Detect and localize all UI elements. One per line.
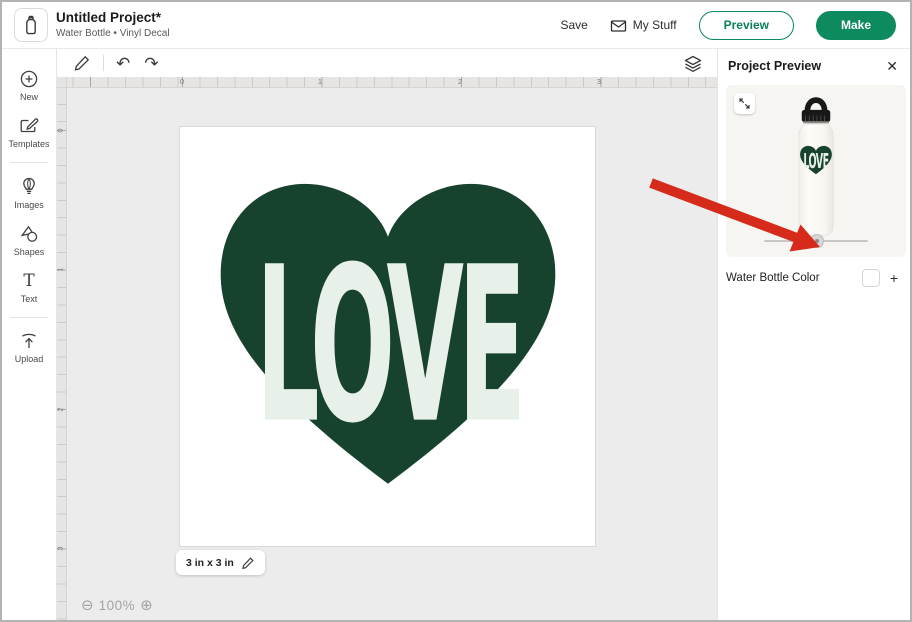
canvas-region: ↶ ↷ 0 1 2 3 0 1 2 3 — [57, 49, 717, 620]
sidebar-item-text[interactable]: T Text — [2, 264, 56, 311]
horizontal-ruler: 0 1 2 3 — [67, 77, 717, 88]
zoom-control: ⊖ 100% ⊕ — [81, 598, 153, 613]
sidebar-divider — [10, 317, 48, 318]
ruler-label: 3 — [597, 77, 601, 86]
sidebar-item-upload[interactable]: Upload — [2, 324, 56, 371]
color-row-label: Water Bottle Color — [726, 272, 820, 284]
canvas-toolbar: ↶ ↷ — [57, 49, 717, 77]
add-color-button[interactable]: + — [884, 268, 904, 288]
vertical-ruler: 0 1 2 3 — [57, 88, 67, 620]
my-stuff-button[interactable]: My Stuff — [610, 18, 677, 33]
sidebar-item-templates[interactable]: Templates — [2, 109, 56, 156]
bottle-decal: LOVE — [800, 146, 832, 174]
color-row: Water Bottle Color + — [726, 268, 904, 288]
preview-card: LOVE — [726, 85, 906, 257]
ruler-label: 0 — [180, 77, 184, 86]
preview-button[interactable]: Preview — [699, 11, 794, 40]
ruler-label: 1 — [318, 77, 322, 86]
sidebar-divider — [10, 162, 48, 163]
bottle-cap — [802, 110, 831, 122]
envelope-icon — [610, 18, 627, 33]
shapes-icon — [19, 224, 40, 244]
redo-icon[interactable]: ↷ — [144, 55, 158, 72]
sidebar-item-label: Upload — [15, 354, 44, 364]
sidebar-item-label: Shapes — [14, 247, 45, 257]
artboard[interactable]: LOVE — [179, 126, 596, 547]
slider-handle[interactable] — [810, 234, 824, 248]
project-subtitle: Water Bottle • Vinyl Decal — [56, 28, 170, 41]
templates-icon — [19, 116, 40, 136]
sidebar-item-shapes[interactable]: Shapes — [2, 217, 56, 264]
undo-icon[interactable]: ↶ — [116, 55, 130, 72]
edit-pencil-icon[interactable] — [73, 54, 91, 72]
sidebar-item-images[interactable]: Images — [2, 169, 56, 217]
plus-circle-icon[interactable]: ⊕ — [140, 598, 153, 613]
layers-icon[interactable] — [683, 54, 703, 73]
bottle-color-swatch[interactable] — [862, 269, 880, 287]
text-icon: T — [23, 271, 34, 291]
header-bar: Untitled Project* Water Bottle • Vinyl D… — [2, 2, 910, 49]
design-word: LOVE — [256, 222, 520, 471]
my-stuff-label: My Stuff — [633, 18, 677, 32]
toolbar-divider — [103, 55, 104, 71]
app-window: Untitled Project* Water Bottle • Vinyl D… — [0, 0, 912, 622]
ruler-label: 2 — [458, 77, 462, 86]
project-title: Untitled Project* — [56, 10, 170, 27]
sidebar-item-label: Images — [14, 200, 44, 210]
canvas-background[interactable]: LOVE 3 in x 3 in ⊖ 100% ⊕ — [67, 88, 717, 620]
upload-arrow-icon — [19, 331, 39, 351]
sidebar-item-new[interactable]: New — [2, 62, 56, 109]
size-badge[interactable]: 3 in x 3 in — [176, 550, 265, 575]
project-title-block: Untitled Project* Water Bottle • Vinyl D… — [56, 10, 170, 40]
project-type-button[interactable] — [14, 8, 48, 42]
pencil-icon[interactable] — [241, 556, 255, 570]
make-button[interactable]: Make — [816, 11, 896, 40]
bottle-preview: LOVE — [781, 88, 851, 240]
bottle-handle — [807, 100, 824, 111]
water-bottle-icon — [21, 14, 41, 36]
close-icon[interactable]: ✕ — [886, 59, 898, 73]
panel-title: Project Preview — [728, 59, 821, 73]
love-heart-design[interactable]: LOVE — [213, 165, 563, 505]
save-button[interactable]: Save — [560, 18, 587, 32]
minus-circle-icon[interactable]: ⊖ — [81, 598, 94, 613]
preview-zoom-slider[interactable] — [764, 234, 868, 248]
sidebar-item-label: Templates — [8, 139, 49, 149]
left-sidebar: New Templates Images — [2, 49, 57, 620]
plus-circle-icon — [19, 69, 39, 89]
zoom-level: 100% — [99, 598, 136, 613]
sidebar-item-label: Text — [21, 294, 38, 304]
sidebar-item-label: New — [20, 92, 38, 102]
ruler-corner — [57, 77, 67, 88]
expand-icon[interactable] — [734, 93, 755, 114]
size-badge-label: 3 in x 3 in — [186, 557, 234, 569]
svg-text:LOVE: LOVE — [803, 149, 828, 174]
lightbulb-icon — [19, 176, 39, 197]
project-preview-panel: Project Preview ✕ — [717, 49, 910, 620]
bottle-body — [799, 124, 833, 235]
